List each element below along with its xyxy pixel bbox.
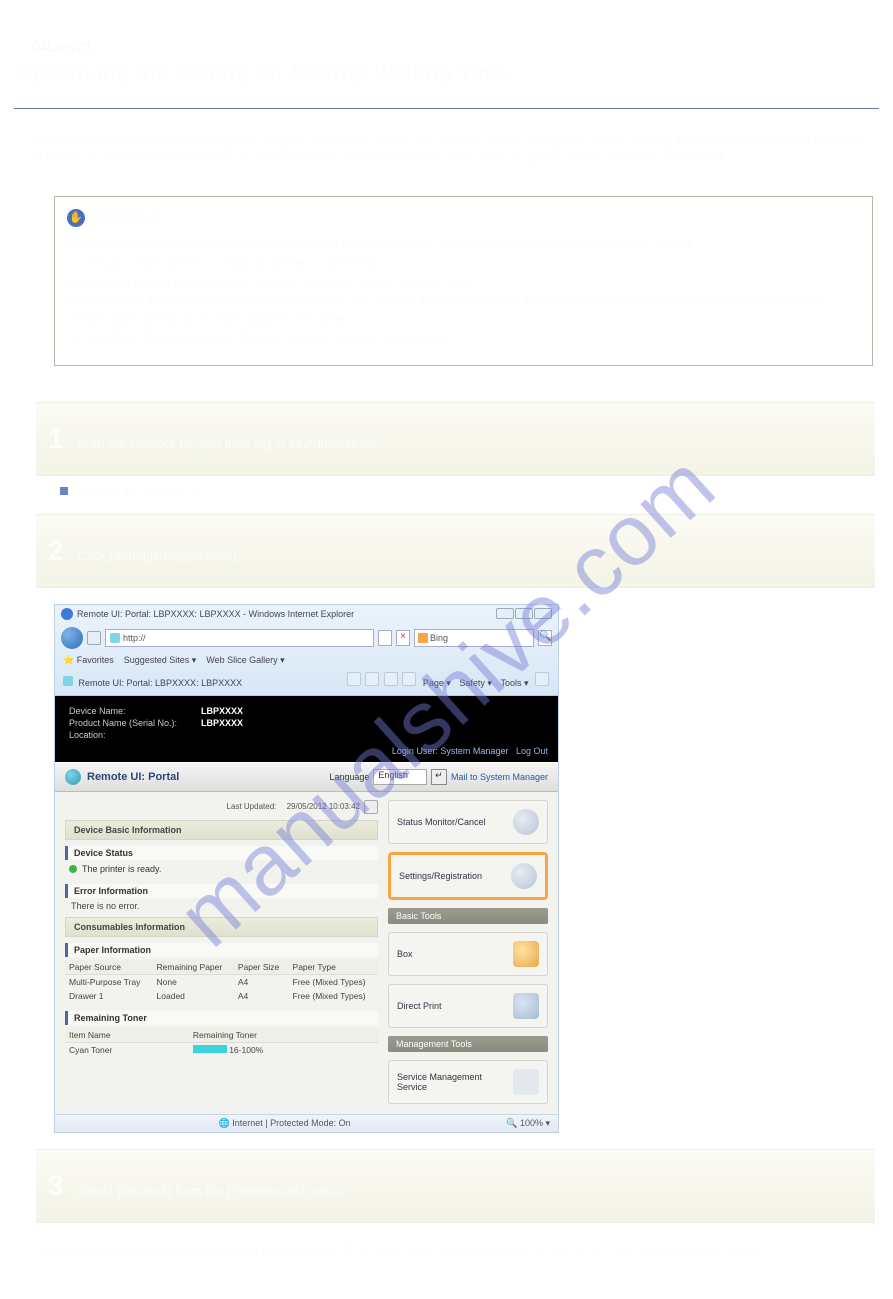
mail-icon[interactable]: [384, 672, 398, 686]
step-2: 2 Click [Settings/Registration].: [36, 514, 875, 588]
webslice-button[interactable]: Web Slice Gallery ▾: [206, 655, 284, 666]
address-bar[interactable]: http://: [105, 629, 374, 647]
portal-title: Remote UI: Portal: [87, 771, 179, 783]
window-title: Remote UI: Portal: LBPXXXX: LBPXXXX - Wi…: [77, 609, 354, 619]
page-menu[interactable]: Page ▾: [421, 678, 453, 692]
section-consumables: Consumables Information: [65, 917, 378, 937]
box-button[interactable]: Box: [388, 932, 548, 976]
step-number: 1: [48, 423, 64, 454]
refresh-icon[interactable]: [378, 630, 392, 646]
step-number: 3: [48, 1170, 64, 1201]
browser-tab[interactable]: Remote UI: Portal: LBPXXXX: LBPXXXX: [63, 676, 242, 688]
page-title: Specifying the Setting for Startup Waiti…: [18, 60, 879, 96]
table-row: Multi-Purpose TrayNoneA4Free (Mixed Type…: [65, 974, 378, 989]
status-monitor-button[interactable]: Status Monitor/Cancel: [388, 800, 548, 844]
last-updated: Last Updated: 29/05/2012 10:03:42: [65, 800, 378, 814]
important-icon: ✋: [67, 209, 85, 227]
step-text: Click [Settings/Registration].: [77, 548, 240, 563]
device-header: Device Name:LBPXXXX Product Name (Serial…: [55, 696, 558, 746]
subsection-error-info: Error Information: [65, 884, 378, 898]
window-controls[interactable]: [495, 608, 552, 621]
portal-icon: [65, 769, 81, 785]
bing-icon: [418, 633, 428, 643]
language-apply-button[interactable]: ↵: [431, 769, 447, 785]
zone-label: 🌐 Internet | Protected Mode: On: [219, 1118, 351, 1129]
tab-icon: [63, 676, 73, 686]
important-line: For details on the spanning tree functio…: [67, 328, 854, 347]
eye-icon: [513, 809, 539, 835]
page-icon: [110, 633, 120, 643]
intro-paragraph: Specify the setting for startup waiting …: [34, 133, 873, 168]
ie-icon: [61, 608, 73, 620]
stop-icon[interactable]: ×: [396, 630, 410, 646]
search-box[interactable]: Bing: [414, 629, 534, 647]
printer-status: The printer is ready.: [65, 863, 378, 880]
nav-back-button[interactable]: [61, 627, 83, 649]
title-rule: [14, 108, 879, 109]
home-icon[interactable]: [347, 672, 361, 686]
ftp-note: If you want to specify the setting using…: [36, 1241, 873, 1259]
feeds-icon[interactable]: [365, 672, 379, 686]
link-icon: [60, 487, 68, 495]
tools-menu[interactable]: Tools ▾: [498, 678, 530, 692]
nav-fwd-button[interactable]: [87, 631, 101, 645]
paper-table: Paper Source Remaining Paper Paper Size …: [65, 960, 378, 1003]
table-row: Drawer 1LoadedA4Free (Mixed Types): [65, 989, 378, 1003]
important-title: IMPORTANT: [93, 209, 163, 228]
logout-link[interactable]: Log Out: [516, 746, 548, 756]
error-text: There is no error.: [65, 901, 378, 917]
step-text: Start the Remote UI, and then log in as …: [77, 436, 384, 451]
direct-print-button[interactable]: Direct Print: [388, 984, 548, 1028]
zoom-control[interactable]: 🔍 100% ▾: [506, 1118, 550, 1129]
language-label: Language: [329, 772, 369, 782]
suggested-sites-button[interactable]: Suggested Sites ▾: [124, 655, 197, 666]
refresh-icon[interactable]: [364, 800, 378, 814]
important-line: If the printer cannot connect to the net…: [67, 273, 854, 292]
group-basic-tools: Basic Tools: [388, 908, 548, 924]
subsection-remaining-toner: Remaining Toner: [65, 1011, 378, 1025]
login-row: Login User: System Manager Log Out: [55, 746, 558, 762]
link-starting-remote-ui[interactable]: "Starting the Remote UI": [60, 484, 879, 498]
step-3: 3 Select [Network] from the [Preferences…: [36, 1149, 875, 1223]
important-line: • A Hub or other device to which the pri…: [67, 254, 854, 273]
subsection-device-status: Device Status: [65, 846, 378, 860]
search-go-icon[interactable]: 🔍: [538, 630, 552, 646]
toner-bar: [193, 1045, 227, 1053]
doc-number: 04L9-076: [32, 38, 879, 54]
settings-registration-button[interactable]: Settings/Registration: [388, 852, 548, 900]
table-row: Cyan Toner 16-100%: [65, 1042, 378, 1057]
subsection-paper-info: Paper Information: [65, 943, 378, 957]
favorites-button[interactable]: ⭐ Favorites: [63, 655, 114, 666]
important-line: If you turn on the printer after turning…: [67, 235, 854, 254]
box-icon: [513, 941, 539, 967]
print-icon[interactable]: [402, 672, 416, 686]
group-management-tools: Management Tools: [388, 1036, 548, 1052]
screenshot-remote-ui: Remote UI: Portal: LBPXXXX: LBPXXXX - Wi…: [54, 604, 559, 1133]
mail-to-manager-link[interactable]: Mail to System Manager: [451, 772, 548, 782]
step-text: Select [Network] from the [Preferences] …: [77, 1183, 344, 1198]
sms-button[interactable]: Service Management Service: [388, 1060, 548, 1104]
step-number: 2: [48, 535, 64, 566]
gear-icon: [511, 863, 537, 889]
toner-table: Item NameRemaining Toner Cyan Toner 16-1…: [65, 1028, 378, 1057]
service-icon: [513, 1069, 539, 1095]
help-icon[interactable]: [535, 672, 549, 686]
printer-icon: [513, 993, 539, 1019]
language-select[interactable]: English: [373, 769, 427, 785]
section-device-basic: Device Basic Information: [65, 820, 378, 840]
important-box: ✋ IMPORTANT If you turn on the printer a…: [54, 196, 873, 366]
important-line: When you use the spanning tree function …: [67, 291, 854, 328]
status-ok-icon: [69, 865, 77, 873]
safety-menu[interactable]: Safety ▾: [457, 678, 494, 692]
link-label: "Starting the Remote UI": [74, 484, 205, 498]
step-1: 1 Start the Remote UI, and then log in a…: [36, 402, 875, 476]
